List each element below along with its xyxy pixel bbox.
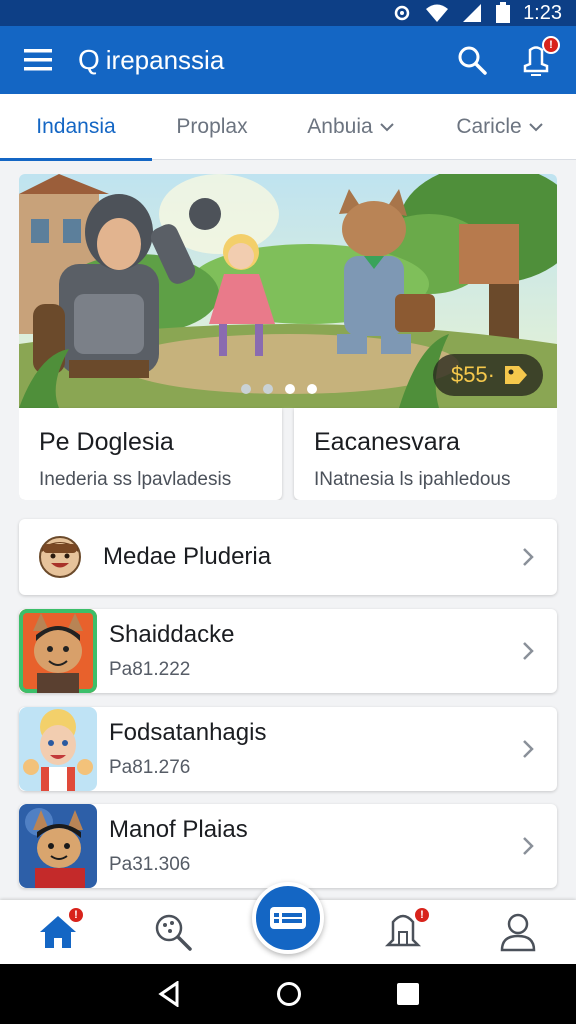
app-title-text: irepanssia: [105, 44, 225, 75]
list-item[interactable]: Shaiddacke Pa81.222: [19, 609, 557, 693]
nav-profile[interactable]: [460, 900, 575, 964]
hero-right-subtitle: INatnesia ls ipahledous: [314, 469, 511, 490]
tab-label: Proplax: [176, 115, 248, 138]
item-meta: Pa81.276: [109, 757, 191, 778]
back-icon[interactable]: [157, 981, 181, 1007]
chevron-down-icon: [528, 123, 543, 132]
recents-icon[interactable]: [396, 983, 419, 1005]
hero-right-title: Eacanesvara: [314, 428, 460, 456]
avatar: [39, 536, 81, 578]
ticket-icon: [270, 907, 306, 929]
tab-indansia[interactable]: Indansia: [0, 94, 152, 161]
price-tag[interactable]: $55·: [432, 354, 543, 396]
list-item[interactable]: Fodsatanhagis Pa81.276: [19, 707, 557, 791]
tab-proplax[interactable]: Proplax: [152, 94, 272, 160]
carousel-dot[interactable]: [307, 384, 317, 394]
menu-icon: [24, 49, 52, 71]
featured-label: Medae Pluderia: [103, 543, 272, 570]
nav-discover[interactable]: [115, 900, 230, 964]
search-button[interactable]: [440, 26, 504, 94]
chevron-right-icon: [523, 740, 534, 758]
item-thumbnail: [19, 804, 97, 888]
menu-button[interactable]: [0, 26, 78, 94]
search-logo-glyph: Q: [78, 44, 100, 75]
chevron-down-icon: [379, 123, 394, 132]
ticket-fab-button[interactable]: [252, 882, 324, 954]
discover-icon: [155, 914, 192, 951]
category-tabs: Indansia Proplax Anbuia Caricle: [0, 94, 576, 161]
nav-home[interactable]: !: [0, 900, 115, 964]
notification-badge: !: [542, 36, 560, 54]
battery-icon: [495, 2, 511, 24]
status-bar: 1:23: [0, 0, 576, 26]
nav-notifications[interactable]: !: [345, 900, 460, 964]
item-thumbnail: [19, 707, 97, 791]
price-value: $55·: [450, 362, 495, 387]
item-name: Fodsatanhagis: [109, 719, 267, 746]
item-name: Shaiddacke: [109, 621, 235, 648]
carousel-dots: [241, 384, 317, 394]
status-time: 1:23: [523, 1, 562, 24]
item-name: Manof Plaias: [109, 816, 248, 843]
chevron-right-icon: [523, 548, 534, 566]
hero-left-subtitle: Inederia ss lpavladesis: [39, 469, 232, 490]
notifications-badge: !: [413, 906, 431, 924]
chevron-right-icon: [523, 837, 534, 855]
hero-left-card[interactable]: Pe Doglesia Inederia ss lpavladesis: [19, 408, 282, 500]
item-meta: Pa31.306: [109, 854, 191, 875]
featured-row[interactable]: Medae Pluderia: [19, 519, 557, 595]
system-navigation-bar: [0, 964, 576, 1024]
hero-card: $55· Pe Doglesia Inederia ss lpavladesis…: [19, 174, 557, 500]
carousel-dot[interactable]: [241, 384, 251, 394]
app-title: Q irepanssia: [78, 44, 440, 76]
chevron-right-icon: [523, 642, 534, 660]
tab-caricle[interactable]: Caricle: [430, 94, 570, 160]
notification-button[interactable]: !: [504, 26, 568, 94]
hero-right-card[interactable]: Eacanesvara INatnesia ls ipahledous: [294, 408, 557, 500]
home-circle-icon[interactable]: [276, 981, 302, 1007]
tab-label: Anbuia: [307, 115, 373, 138]
tag-icon: [505, 366, 527, 384]
app-bar: Q irepanssia !: [0, 26, 576, 94]
tab-anbuia[interactable]: Anbuia: [272, 94, 430, 160]
tab-label: Indansia: [36, 115, 116, 138]
item-thumbnail: [19, 609, 97, 693]
carousel-dot[interactable]: [285, 384, 295, 394]
signal-icon: [461, 3, 483, 23]
tab-label: Caricle: [456, 115, 522, 138]
item-meta: Pa81.222: [109, 659, 191, 680]
wifi-icon: [425, 3, 449, 23]
profile-icon: [500, 913, 535, 952]
home-badge: !: [67, 906, 85, 924]
list-item[interactable]: Manof Plaias Pa31.306: [19, 804, 557, 888]
settings-status-icon: [391, 2, 413, 24]
hero-left-title: Pe Doglesia: [39, 428, 174, 456]
carousel-dot[interactable]: [263, 384, 273, 394]
search-icon: [458, 46, 487, 75]
